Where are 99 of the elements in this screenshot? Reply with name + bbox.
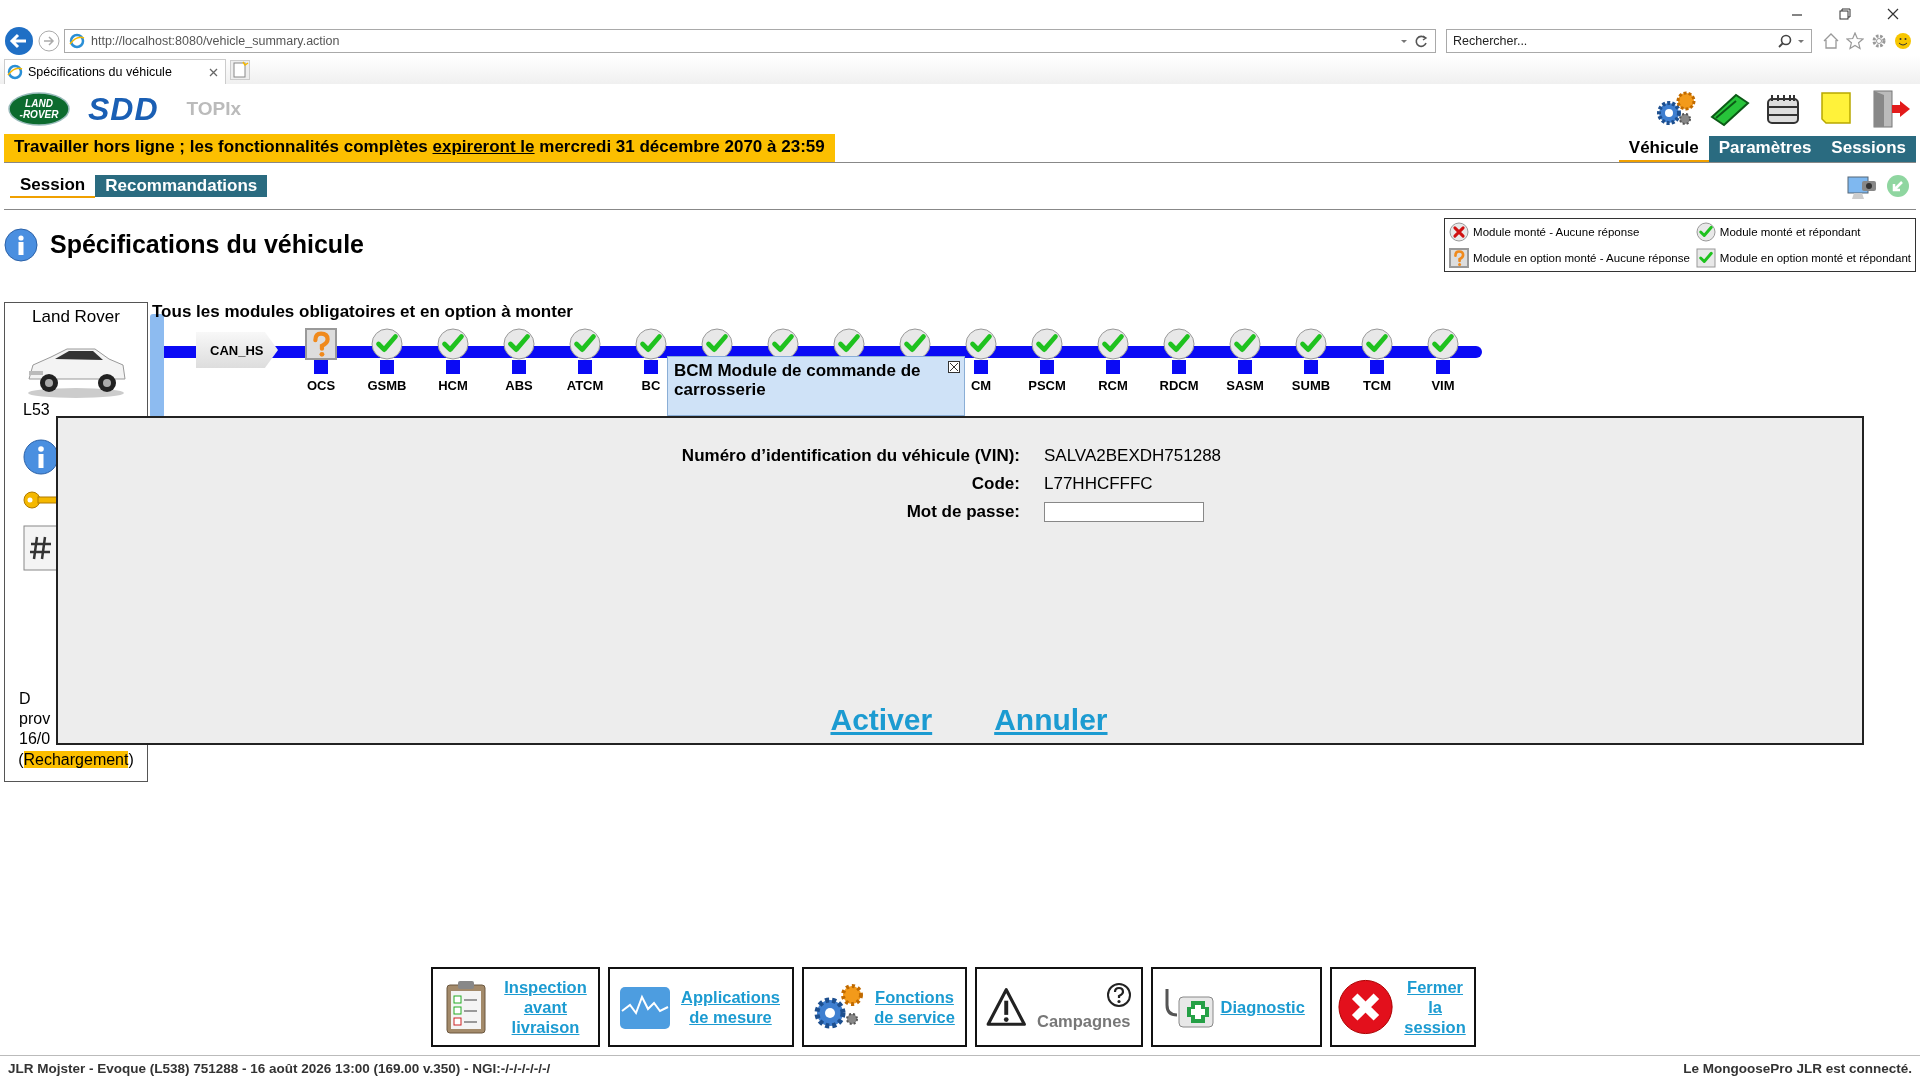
vehicle-note: prov (18, 709, 51, 729)
nav-tab[interactable]: Sessions (1821, 136, 1916, 162)
bus-connector (380, 360, 394, 374)
bus-connector (1370, 360, 1384, 374)
exit-icon[interactable] (1870, 89, 1912, 129)
bus-connector (578, 360, 592, 374)
toolbar-label: Campagnes (1036, 1011, 1131, 1031)
settings-icon[interactable] (1870, 32, 1888, 50)
expiry-link[interactable]: expireront le (432, 137, 535, 156)
module-label[interactable]: GSMB (367, 378, 407, 393)
sub-tab[interactable]: Recommandations (95, 175, 268, 197)
module-status-icon (1031, 328, 1063, 360)
close-icon[interactable] (1886, 7, 1900, 21)
restore-icon[interactable] (1838, 7, 1852, 21)
module-label[interactable]: BC (641, 378, 661, 393)
brand-name: SDD (88, 90, 159, 128)
field-label: Numéro d’identification du véhicule (VIN): (680, 446, 1020, 466)
close-icon[interactable] (208, 66, 219, 78)
status-text: JLR Mojster - Evoque (L538) 751288 - 16 août 2026 13:00 (169.00 v.350) - NGI:-/-/-/-/-/-/ (8, 1060, 551, 1076)
module-label[interactable]: RCM (1098, 378, 1128, 393)
vehicle-model: L53 (22, 401, 50, 419)
status-icon (1695, 222, 1716, 242)
status-icon (1449, 222, 1470, 242)
field-value: SALVA2BEXDH751288 (1044, 446, 1223, 466)
legend-label: Module en option monté - Aucune réponse (1473, 252, 1690, 264)
status-icon (1449, 248, 1470, 268)
address-field[interactable]: http://localhost:8080/vehicle_summary.action (64, 29, 1436, 53)
module-status-icon (305, 328, 337, 360)
bus-connector (314, 360, 328, 374)
module-label[interactable]: VIM (1431, 378, 1455, 393)
close-icon[interactable] (948, 361, 960, 373)
browser-icon (7, 64, 23, 80)
info-icon (4, 228, 38, 262)
brand-logo: LAND -ROVER (8, 92, 70, 126)
module-status-icon (371, 328, 403, 360)
url-text: http://localhost:8080/vehicle_summary.action (91, 34, 340, 48)
field-label: Code: (970, 474, 1020, 494)
legend-label: Module monté et répondant (1719, 226, 1861, 238)
page-title: Spécifications du véhicule (50, 230, 364, 259)
modules-title: Tous les modules obligatoires et en option à monter (152, 302, 574, 322)
module-label[interactable]: CM (970, 378, 992, 393)
module-label[interactable]: HCM (438, 378, 468, 393)
module-label[interactable]: RDCM (1159, 378, 1199, 393)
connection-status: Le MongoosePro JLR est connecté. (1683, 1060, 1912, 1076)
bus-connector (974, 360, 988, 374)
bus-connector (446, 360, 460, 374)
bus-connector (1238, 360, 1252, 374)
close-icon (1335, 977, 1395, 1037)
module-label[interactable]: SUMB (1291, 378, 1331, 393)
module-status-icon (1427, 328, 1459, 360)
module-label[interactable]: TCM (1362, 378, 1392, 393)
star-icon[interactable] (1846, 32, 1864, 50)
module-status-icon (1295, 328, 1327, 360)
tooltip-title: BCM Module de commande de carrosserie (674, 361, 922, 399)
vehicle-make: Land Rover (32, 307, 120, 327)
password-field[interactable] (1044, 502, 1204, 522)
offline-banner: Travailler hors ligne ; les fonctionnalités complètes expireront le mercredi 31 décembre 2070 à 23:59 (4, 134, 835, 162)
info-icon[interactable] (23, 439, 59, 475)
home-icon[interactable] (1822, 32, 1840, 50)
module-label[interactable]: OCS (306, 378, 336, 393)
field-value: L77HHCFFFC (1044, 474, 1154, 494)
nav-tab[interactable]: Paramètres (1708, 136, 1822, 162)
module-label[interactable]: PSCM (1028, 378, 1066, 393)
module-label[interactable]: ATCM (566, 378, 604, 393)
status-icon (1695, 248, 1716, 268)
help-icon[interactable] (1106, 983, 1131, 1007)
module-status-icon (965, 328, 997, 360)
vehicle-note: 16/0 (18, 729, 51, 749)
module-status-icon (635, 328, 667, 360)
back-button[interactable] (4, 26, 34, 56)
search-field[interactable]: Rechercher... (1446, 29, 1812, 53)
module-status-icon (1229, 328, 1261, 360)
browser-icon (69, 33, 85, 49)
bus-connector (1436, 360, 1450, 374)
vehicle-note: D (18, 689, 32, 709)
bus-label: CAN_HS (196, 332, 278, 368)
module-label[interactable]: ABS (505, 378, 533, 393)
bus-connector (1304, 360, 1318, 374)
module-status-icon (1097, 328, 1129, 360)
module-label[interactable]: SASM (1226, 378, 1264, 393)
module-status-icon (437, 328, 469, 360)
bus-connector (512, 360, 526, 374)
bus-connector (1040, 360, 1054, 374)
legend-label: Module en option monté et répondant (1719, 252, 1911, 264)
module-status-icon (1163, 328, 1195, 360)
module-status-icon (503, 328, 535, 360)
tab-title: Spécifications du véhicule (28, 65, 172, 79)
product-name: TOPIx (186, 98, 242, 120)
bus-connector (644, 360, 658, 374)
module-status-icon (569, 328, 601, 360)
browser-tab[interactable]: Spécifications du véhicule (4, 59, 226, 84)
module-status-icon (1361, 328, 1393, 360)
smiley-icon[interactable] (1894, 32, 1912, 50)
search-icon[interactable] (1778, 34, 1792, 48)
refresh-icon[interactable] (1415, 34, 1429, 48)
legend-label: Module monté - Aucune réponse (1473, 226, 1640, 238)
bus-connector (1106, 360, 1120, 374)
bus-connector (1172, 360, 1186, 374)
field-label: Mot de passe: (905, 502, 1020, 522)
